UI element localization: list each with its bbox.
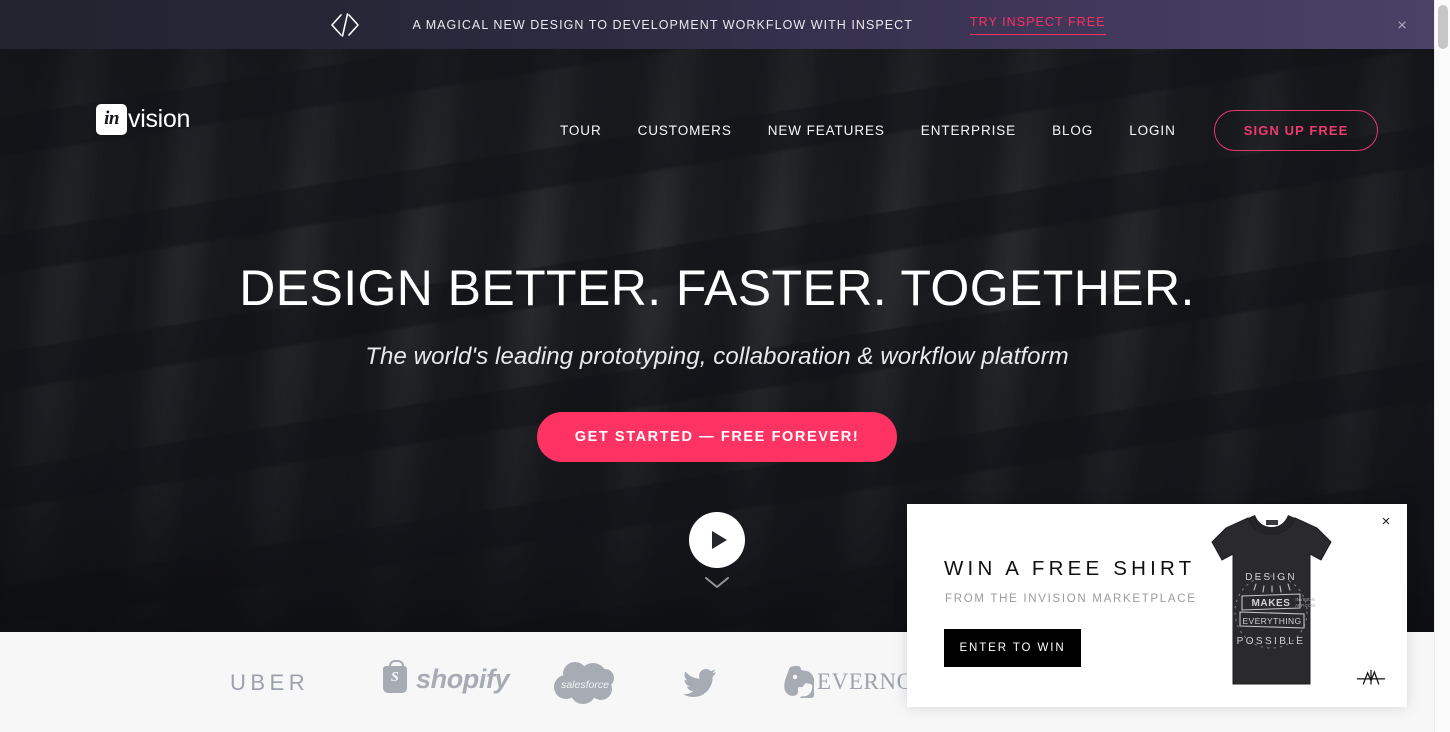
- svg-text:MAKES: MAKES: [1251, 598, 1290, 609]
- shopify-bag-icon: [383, 660, 407, 693]
- twitter-bird-icon: [683, 668, 716, 698]
- svg-text:APP.COM: APP.COM: [1295, 603, 1315, 608]
- marketplace-popup: × WIN A FREE SHIRT FROM THE INVISION MAR…: [907, 504, 1407, 707]
- code-brackets-icon: [328, 12, 362, 38]
- sign-up-free-button[interactable]: SIGN UP FREE: [1213, 110, 1379, 151]
- hero-subheadline: The world's leading prototyping, collabo…: [365, 343, 1069, 370]
- logo-mark: in: [96, 104, 127, 135]
- salesforce-cloud-icon: salesforce: [554, 662, 614, 704]
- tshirt-product-image: DESIGN MAKES EVERYTHING POSSIBLE INVISIO…: [1211, 515, 1332, 685]
- hero-headline: DESIGN BETTER. FASTER. TOGETHER.: [239, 260, 1195, 316]
- scrollbar-thumb[interactable]: [1438, 5, 1448, 49]
- page-root: A MAGICAL NEW DESIGN TO DEVELOPMENT WORK…: [0, 0, 1450, 732]
- scroll-down-chevron-icon[interactable]: [704, 576, 730, 595]
- logo-shopify: shopify: [383, 660, 510, 695]
- nav-item-customers[interactable]: CUSTOMERS: [638, 123, 732, 138]
- evernote-elephant-icon: [784, 665, 814, 698]
- svg-text:POSSIBLE: POSSIBLE: [1237, 636, 1306, 647]
- promo-banner-content: A MAGICAL NEW DESIGN TO DEVELOPMENT WORK…: [328, 12, 1106, 38]
- play-icon: [712, 531, 727, 549]
- svg-text:salesforce: salesforce: [561, 679, 609, 691]
- signature-mark-icon: [1356, 669, 1386, 685]
- promo-banner-close-icon[interactable]: ×: [1397, 16, 1407, 33]
- nav-item-blog[interactable]: BLOG: [1052, 123, 1093, 138]
- popup-subtitle: FROM THE INVISION MARKETPLACE: [945, 593, 1197, 605]
- logo-salesforce: salesforce: [553, 660, 617, 706]
- svg-text:EVERYTHING: EVERYTHING: [1242, 616, 1301, 626]
- popup-title: WIN A FREE SHIRT: [944, 557, 1196, 580]
- nav-item-new-features[interactable]: NEW FEATURES: [768, 123, 885, 138]
- logo-wordmark: vision: [128, 105, 191, 133]
- nav-item-enterprise[interactable]: ENTERPRISE: [921, 123, 1016, 138]
- promo-banner-text: A MAGICAL NEW DESIGN TO DEVELOPMENT WORK…: [412, 17, 913, 32]
- enter-to-win-button[interactable]: ENTER TO WIN: [944, 629, 1081, 667]
- nav-links: TOUR CUSTOMERS NEW FEATURES ENTERPRISE B…: [560, 110, 1379, 151]
- logo-uber: UBER: [230, 670, 310, 695]
- promo-banner-cta-link[interactable]: TRY INSPECT FREE: [969, 15, 1106, 35]
- svg-text:INVISION: INVISION: [1295, 597, 1314, 602]
- get-started-button[interactable]: GET STARTED — FREE FOREVER!: [537, 412, 897, 462]
- invision-logo[interactable]: in vision: [96, 104, 190, 135]
- page-scrollbar[interactable]: [1434, 0, 1450, 732]
- main-navigation: in vision TOUR CUSTOMERS NEW FEATURES EN…: [0, 49, 1434, 195]
- shopify-wordmark: shopify: [416, 664, 510, 694]
- logo-twitter: [683, 668, 717, 698]
- popup-close-icon[interactable]: ×: [1377, 513, 1395, 531]
- nav-item-login[interactable]: LOGIN: [1129, 123, 1176, 138]
- promo-banner: A MAGICAL NEW DESIGN TO DEVELOPMENT WORK…: [0, 0, 1434, 49]
- nav-item-tour[interactable]: TOUR: [560, 123, 602, 138]
- play-video-button[interactable]: [689, 512, 745, 568]
